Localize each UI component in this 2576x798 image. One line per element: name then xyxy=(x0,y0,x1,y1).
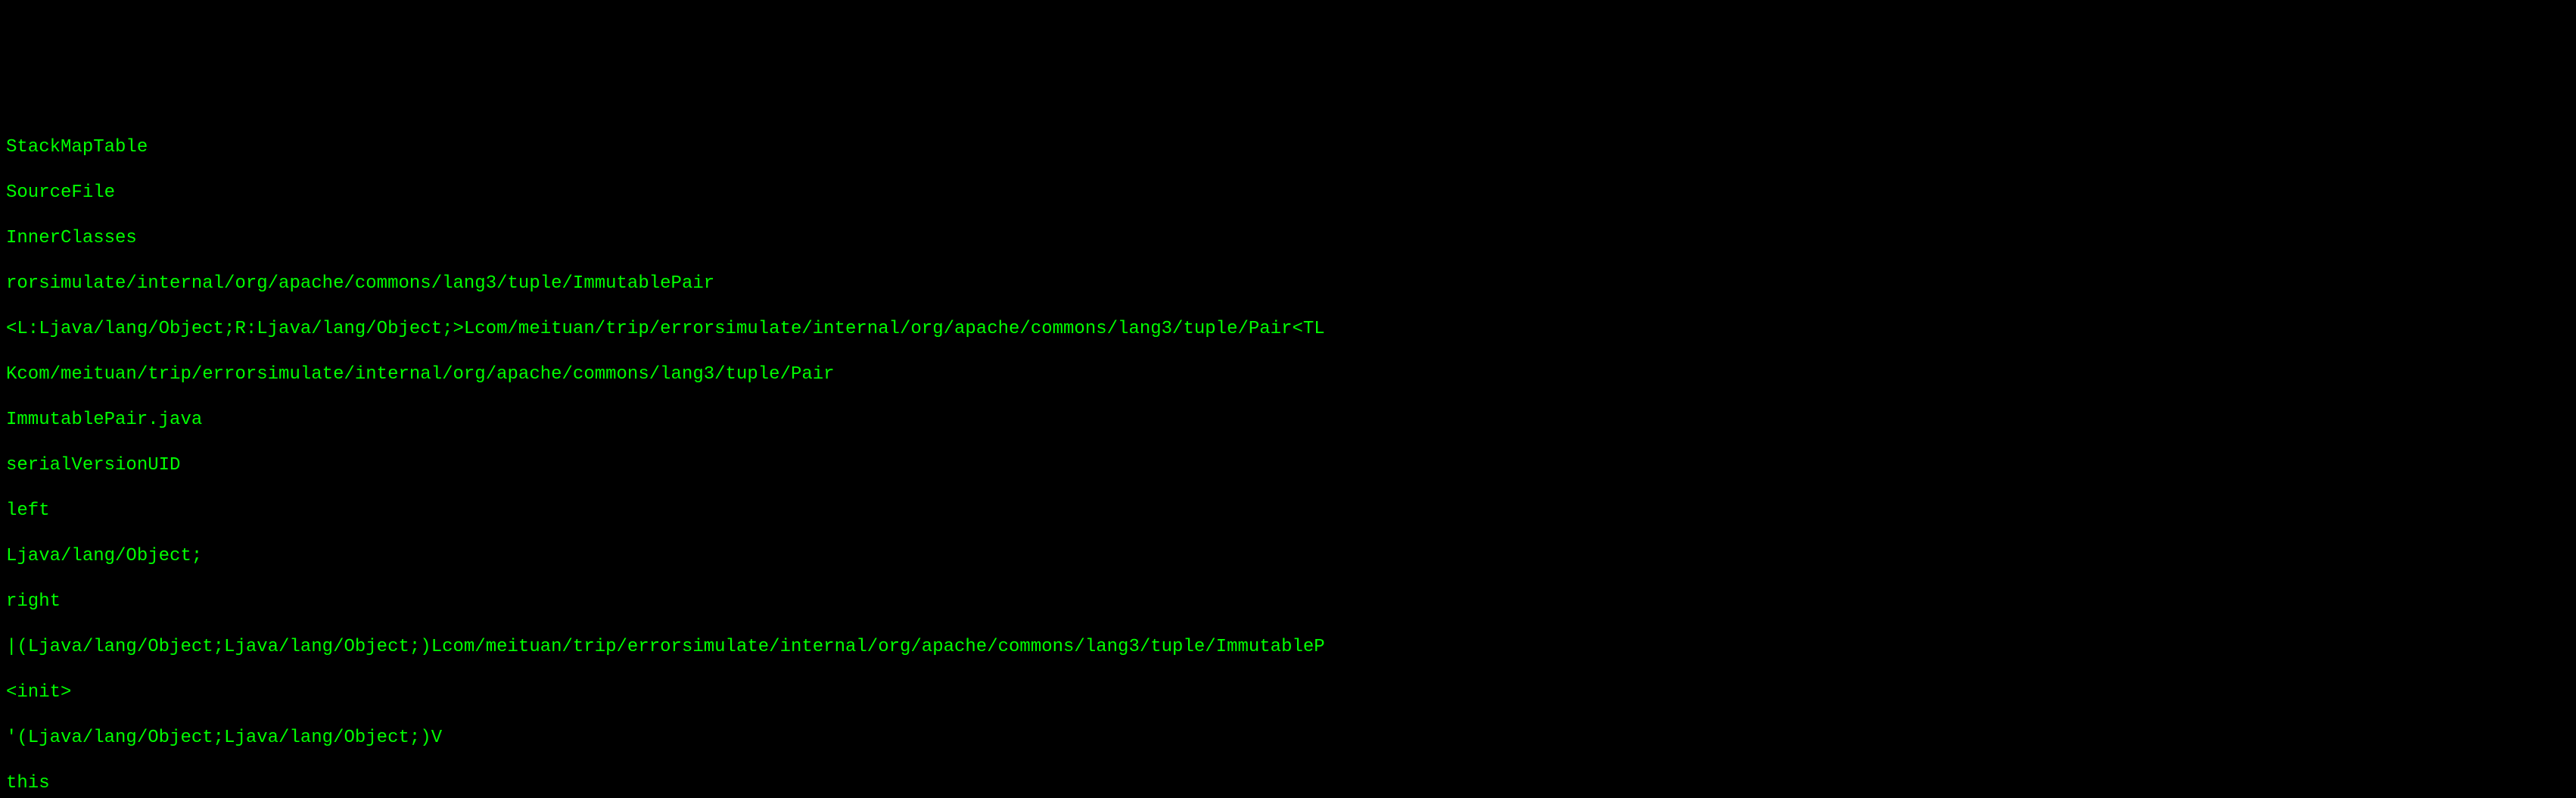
terminal-output: StackMapTable SourceFile InnerClasses ro… xyxy=(0,114,2576,798)
output-line: StackMapTable xyxy=(6,136,2570,159)
output-line: Ljava/lang/Object; xyxy=(6,545,2570,568)
output-line: <L:Ljava/lang/Object;R:Ljava/lang/Object… xyxy=(6,318,2570,341)
output-line: SourceFile xyxy=(6,182,2570,204)
output-line: this xyxy=(6,772,2570,795)
output-line: right xyxy=(6,591,2570,613)
output-line: <init> xyxy=(6,681,2570,704)
output-line: '(Ljava/lang/Object;Ljava/lang/Object;)V xyxy=(6,727,2570,750)
output-line: rorsimulate/internal/org/apache/commons/… xyxy=(6,273,2570,295)
output-line: |(Ljava/lang/Object;Ljava/lang/Object;)L… xyxy=(6,636,2570,659)
output-line: left xyxy=(6,500,2570,522)
output-line: InnerClasses xyxy=(6,227,2570,250)
output-line: Kcom/meituan/trip/errorsimulate/internal… xyxy=(6,363,2570,386)
output-line: serialVersionUID xyxy=(6,454,2570,477)
output-line: ImmutablePair.java xyxy=(6,409,2570,432)
